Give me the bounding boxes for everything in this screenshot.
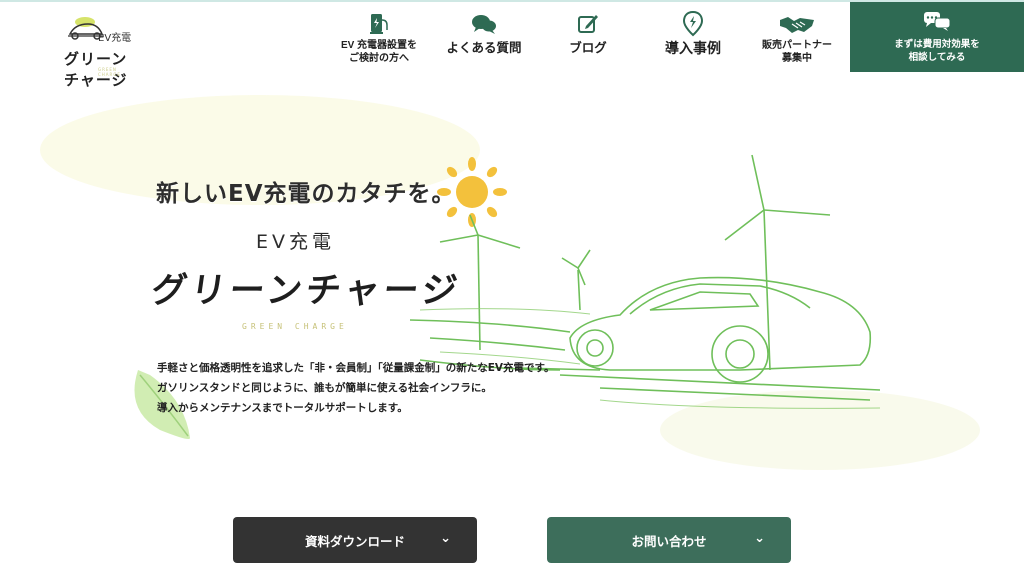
wind-turbine-icon: [439, 154, 831, 371]
nav-item-installation[interactable]: EV 充電器設置を ご検討の方へ: [333, 2, 425, 72]
nav-item-faq[interactable]: よくある質問: [436, 2, 532, 72]
nav-label: EV 充電器設置を ご検討の方へ: [340, 40, 418, 64]
nav-item-cases[interactable]: 導入事例: [648, 2, 738, 72]
speech-bubbles-icon: [922, 10, 952, 36]
site-header: EV充電 グリーンチャージ GREEN CHARGE EV 充電器設置を ご検討…: [0, 0, 1024, 89]
handshake-icon: [778, 12, 816, 36]
consult-cta-button[interactable]: まずは費用対効果を 相談してみる: [850, 2, 1024, 72]
brand-ev-label: EV充電: [256, 231, 336, 253]
nav-item-partner[interactable]: 販売パートナー 募集中: [752, 2, 842, 72]
nav-label: ブログ: [569, 41, 607, 55]
nav-label: 販売パートナー 募集中: [762, 40, 832, 64]
chat-icon: [470, 12, 498, 36]
hero-desc-line: 導入からメンテナンスまでトータルサポートします。: [157, 402, 408, 414]
pen-icon: [576, 12, 600, 36]
hero-description: 手軽さと価格透明性を追求した「非・会員制」「従量課金制」の新たなEV充電です。 …: [157, 358, 555, 418]
chevron-down-icon: ⌄: [754, 531, 765, 546]
hero-section: 新しいEV充電のカタチを。 EV充電 グリーンチャージ GREEN CHARGE…: [0, 70, 1024, 510]
hero-desc-line: ガソリンスタンドと同じように、誰もが簡単に使える社会インフラに。: [157, 382, 492, 394]
nav-item-blog[interactable]: ブログ: [548, 2, 628, 72]
nav-label: 導入事例: [665, 40, 721, 56]
location-pin-icon: [681, 10, 705, 37]
download-materials-button[interactable]: 資料ダウンロード ⌄: [233, 517, 477, 563]
brand-en-label: GREEN CHARGE: [242, 322, 348, 331]
consult-cta-label: まずは費用対効果を 相談してみる: [894, 39, 980, 63]
contact-label: お問い合わせ: [631, 533, 707, 549]
download-label: 資料ダウンロード: [304, 533, 405, 549]
site-logo[interactable]: EV充電 グリーンチャージ GREEN CHARGE: [30, 10, 140, 89]
chevron-down-icon: ⌄: [440, 531, 451, 546]
logo-ev-text: EV充電: [98, 33, 132, 44]
brand-name: グリーンチャージ: [148, 271, 464, 311]
charger-icon: [368, 12, 390, 36]
hero-desc-line: 手軽さと価格透明性を追求した「非・会員制」「従量課金制」の新たなEV充電です。: [157, 362, 555, 374]
nav-label: よくある質問: [446, 41, 522, 55]
hero-tagline: 新しいEV充電のカタチを。: [156, 181, 456, 207]
contact-button[interactable]: お問い合わせ ⌄: [547, 517, 791, 563]
